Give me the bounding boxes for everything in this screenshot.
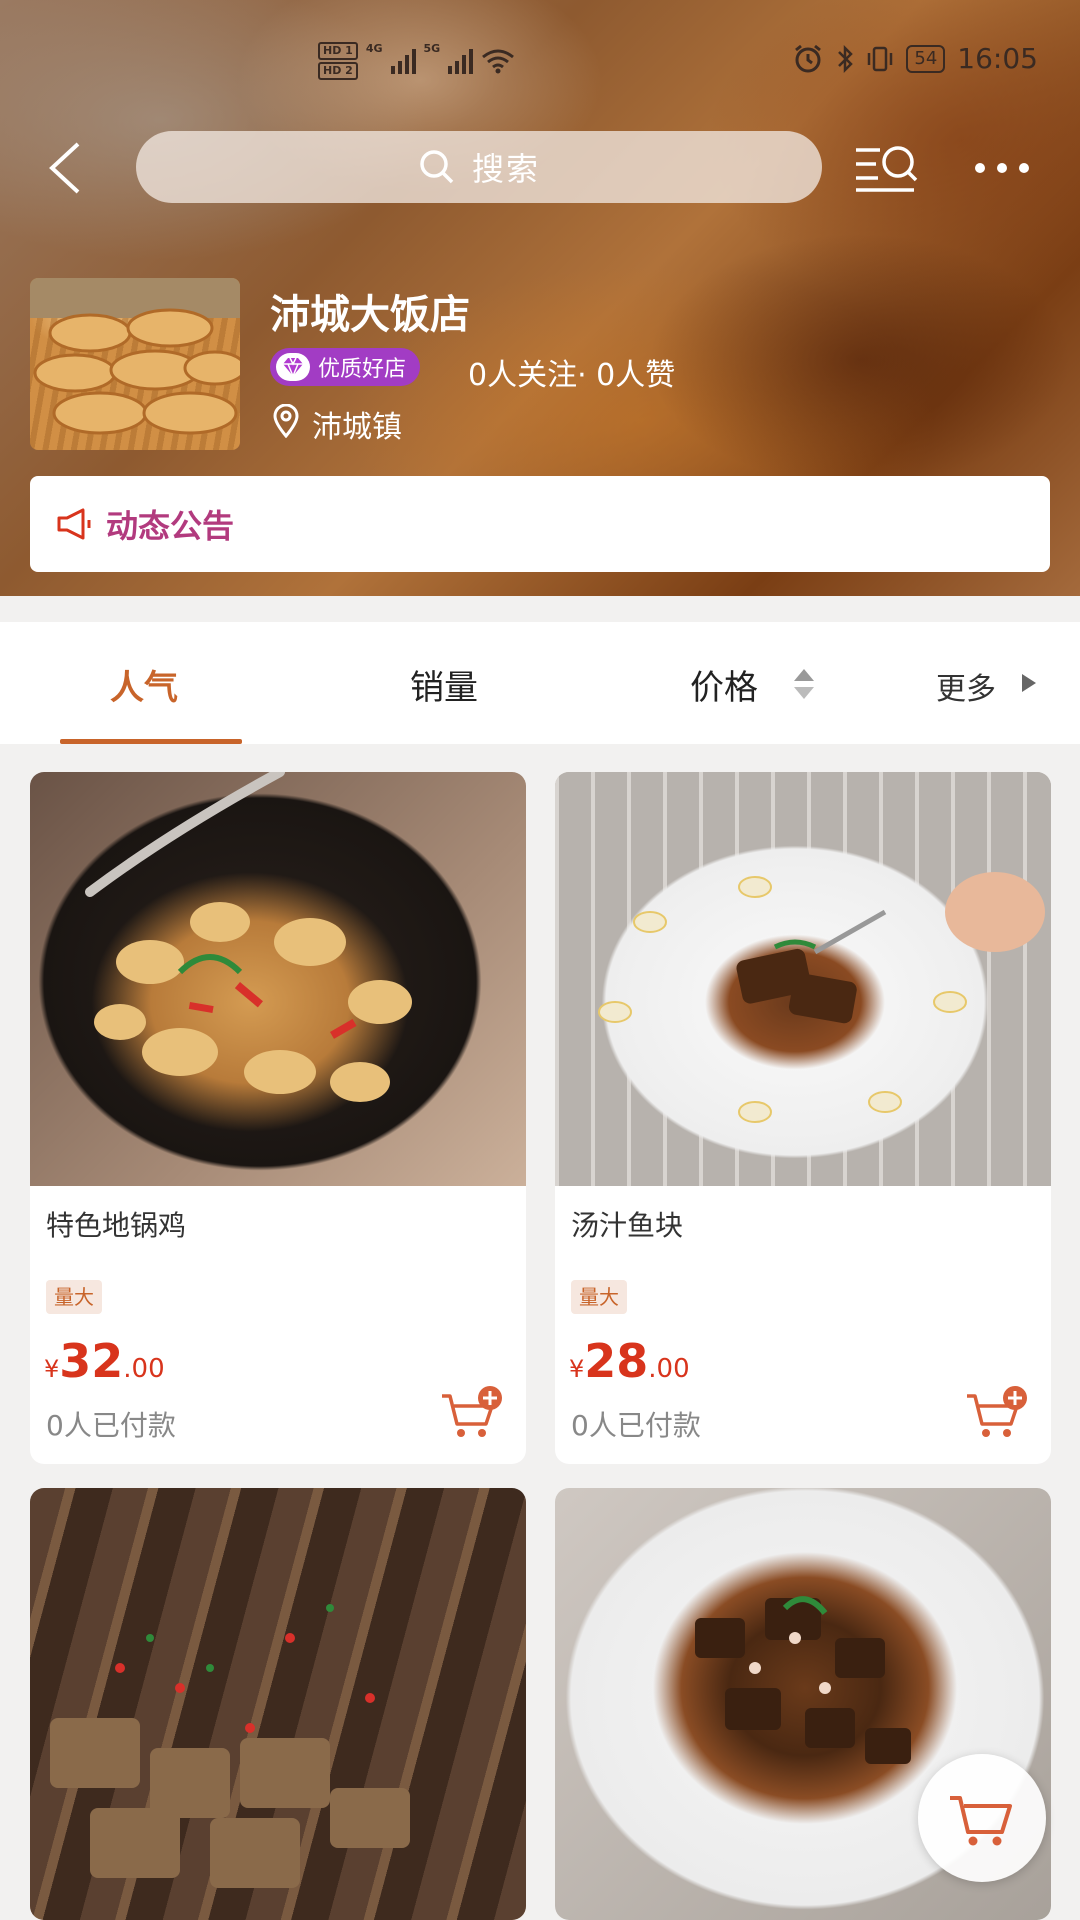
wifi-icon [482,49,515,74]
announcement-bar[interactable]: 动态公告 [30,476,1050,572]
tab-popularity[interactable]: 人气 [110,660,178,709]
list-search-icon[interactable] [852,142,922,194]
store-name: 沛城大饭店 [270,292,470,338]
add-to-cart-icon[interactable] [440,1384,506,1440]
price-integer: 28 [584,1334,649,1388]
signal-icon [390,48,416,74]
bluetooth-icon [838,44,854,73]
price-decimal: .00 [648,1354,690,1384]
sim1-hd-badge: HD 1 [318,42,358,60]
sim2-hd-badge: HD 2 [318,62,358,80]
product-price: ¥ 32 .00 [44,1334,165,1388]
product-tag: 量大 [571,1280,627,1314]
price-currency: ¥ [44,1355,60,1383]
product-tag: 量大 [46,1280,102,1314]
sold-count: 0人已付款 [46,1409,176,1442]
product-card[interactable] [30,1488,526,1920]
store-location: 沛城镇 [312,410,402,445]
price-integer: 32 [59,1334,124,1388]
network-type-1: 4G [365,42,383,55]
floating-cart-button[interactable] [918,1754,1046,1882]
more-menu-icon[interactable] [975,163,1029,173]
quality-store-badge: 优质好店 [270,348,421,386]
system-indicators: 54 16:05 [792,42,1038,75]
megaphone-icon [57,508,91,540]
tab-sales[interactable]: 销量 [410,660,478,709]
store-header: HD 1 HD 2 4G 5G 54 16:05 搜索 沛城大饭店 优质好店 0… [0,0,1080,596]
product-image [555,772,1051,1186]
triangle-right-icon [1022,674,1036,692]
tab-price[interactable]: 价格 [690,660,758,709]
product-image [30,772,526,1186]
active-tab-indicator [60,739,242,744]
clock: 16:05 [957,42,1038,75]
vibrate-icon [868,46,893,71]
announcement-label: 动态公告 [106,507,235,545]
battery-indicator: 54 [906,44,946,73]
badge-label: 优质好店 [318,357,407,382]
search-icon [420,150,454,184]
add-to-cart-icon[interactable] [965,1384,1031,1440]
status-bar: HD 1 HD 2 4G 5G 54 16:05 [0,38,1080,88]
product-price: ¥ 28 .00 [569,1334,690,1388]
more-filter-button[interactable]: 更多 [936,664,996,708]
network-type-2: 5G [423,42,441,55]
price-currency: ¥ [569,1355,585,1383]
search-bar[interactable]: 搜索 [136,131,822,203]
location-pin-icon [273,404,299,438]
search-placeholder: 搜索 [471,150,540,188]
back-arrow-icon[interactable] [44,140,84,196]
sold-count: 0人已付款 [571,1409,701,1442]
diamond-icon [276,353,310,381]
store-stats: 0人关注· 0人赞 [468,358,676,393]
network-indicators: HD 1 HD 2 4G 5G [318,42,515,80]
product-image [30,1488,526,1920]
sort-arrows-icon[interactable] [792,666,816,702]
product-name: 特色地锅鸡 [46,1209,187,1242]
product-card[interactable]: 汤汁鱼块 量大 ¥ 28 .00 0人已付款 [555,772,1051,1464]
product-card[interactable]: 特色地锅鸡 量大 ¥ 32 .00 0人已付款 [30,772,526,1464]
sort-tabs: 人气 销量 价格 [0,622,1080,744]
price-decimal: .00 [123,1354,165,1384]
alarm-icon [795,44,822,72]
product-name: 汤汁鱼块 [571,1209,684,1242]
shopping-cart-icon [950,1796,1012,1846]
signal-icon-2 [448,48,474,74]
store-logo-image [30,278,240,450]
